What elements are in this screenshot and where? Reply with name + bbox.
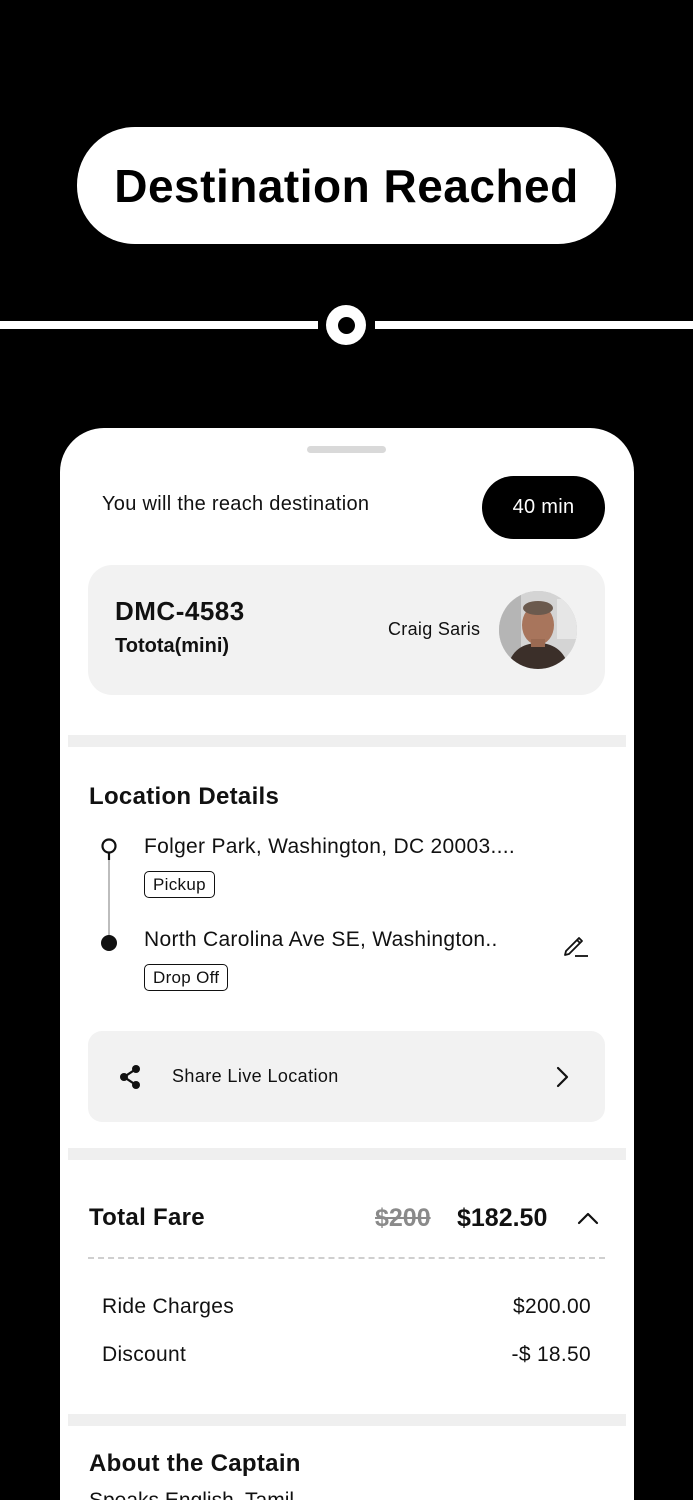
dropoff-address[interactable]: North Carolina Ave SE, Washington..	[144, 928, 498, 952]
pickup-pin-icon	[101, 838, 117, 860]
section-divider	[68, 735, 626, 747]
progress-track-left	[0, 321, 318, 329]
pickup-tag: Pickup	[144, 871, 215, 898]
driver-avatar[interactable]	[499, 591, 577, 669]
vehicle-plate: DMC-4583	[115, 596, 245, 626]
progress-node	[326, 305, 366, 345]
section-divider	[68, 1414, 626, 1426]
destination-banner: Destination Reached	[77, 127, 616, 244]
about-captain-title: About the Captain	[89, 1450, 301, 1477]
dropoff-dot-icon	[101, 935, 117, 951]
progress-node-dot	[337, 316, 355, 334]
chevron-up-icon[interactable]	[575, 1208, 601, 1228]
pickup-address[interactable]: Folger Park, Washington, DC 20003....	[144, 835, 515, 859]
avatar-image	[499, 591, 577, 669]
progress-track-right	[375, 321, 693, 329]
eta-badge: 40 min	[482, 476, 605, 539]
eta-text: You will the reach destination	[102, 493, 370, 515]
section-divider	[68, 1148, 626, 1160]
vehicle-model: Tototа(mini)	[115, 635, 230, 657]
sheet-drag-handle[interactable]	[307, 446, 386, 453]
fare-original-price: $200	[375, 1204, 431, 1232]
edit-pencil-icon[interactable]	[561, 931, 589, 959]
share-icon	[120, 1065, 140, 1089]
share-live-location-button[interactable]: Share Live Location	[88, 1031, 605, 1122]
screen: Destination Reached You will the reach d…	[0, 0, 693, 1500]
fare-discounted-price: $182.50	[457, 1204, 548, 1232]
total-fare-title: Total Fare	[89, 1204, 205, 1231]
driver-name: Craig Saris	[388, 619, 481, 639]
fare-dashed-divider	[88, 1257, 605, 1259]
captain-languages: Speaks English, Tamil	[89, 1489, 294, 1500]
share-live-location-label: Share Live Location	[172, 1066, 339, 1086]
trip-bottom-sheet: You will the reach destination 40 min DM…	[60, 428, 634, 1500]
location-details-title: Location Details	[89, 783, 280, 810]
discount-label: Discount	[102, 1343, 187, 1366]
ride-charges-label: Ride Charges	[102, 1295, 234, 1318]
banner-title: Destination Reached	[114, 159, 579, 212]
vehicle-card[interactable]: DMC-4583 Tototа(mini) Craig Saris	[88, 565, 605, 695]
dropoff-tag: Drop Off	[144, 964, 229, 991]
chevron-right-icon	[556, 1066, 569, 1088]
discount-value: -$ 18.50	[511, 1343, 591, 1366]
ride-charges-value: $200.00	[512, 1295, 591, 1318]
route-connector-line	[108, 858, 110, 941]
